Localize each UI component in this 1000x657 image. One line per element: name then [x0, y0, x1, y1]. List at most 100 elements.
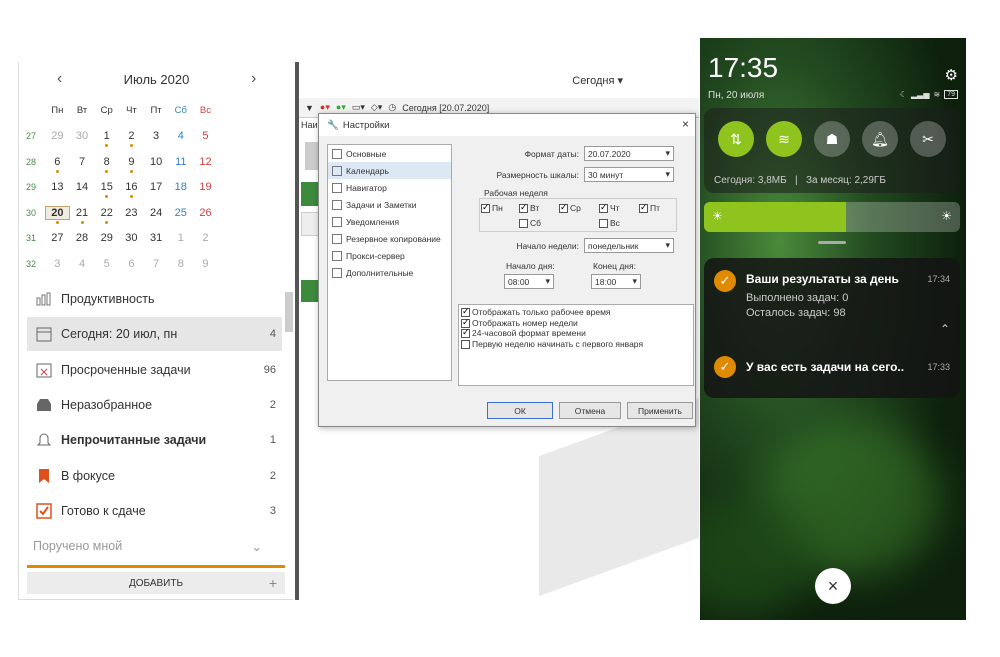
sidebar-item-ready[interactable]: Готово к сдаче 3: [27, 494, 282, 528]
nav-item-proxy[interactable]: Прокси-сервер: [328, 247, 451, 264]
week-start-select[interactable]: понедельник: [584, 238, 674, 253]
calendar-day[interactable]: 8: [94, 156, 119, 173]
assigned-by-me-section[interactable]: Поручено мной ⌄: [27, 529, 282, 563]
nav-item-basic[interactable]: Основные: [328, 145, 451, 162]
tag-icon[interactable]: ◇▾: [371, 102, 382, 113]
day-checkbox[interactable]: Вс: [599, 218, 620, 229]
option-work-hours[interactable]: Отображать только рабочее время: [461, 306, 691, 318]
calendar-day[interactable]: 1: [94, 130, 119, 148]
add-button[interactable]: ДОБАВИТЬ +: [27, 572, 285, 594]
wifi-toggle-icon[interactable]: ≋: [766, 121, 802, 157]
calendar-day[interactable]: 14: [70, 181, 95, 193]
calendar-day[interactable]: 28: [70, 232, 95, 244]
calendar-day[interactable]: 5: [193, 130, 218, 142]
calendar-day[interactable]: 2: [193, 232, 218, 244]
calendar-day[interactable]: 3: [45, 258, 70, 270]
calendar-day[interactable]: 21: [70, 207, 95, 224]
next-month-icon[interactable]: ›: [251, 70, 256, 88]
brightness-slider[interactable]: ☀ ☀: [704, 202, 960, 232]
calendar-day[interactable]: 29: [45, 130, 70, 142]
calendar-day[interactable]: 29: [94, 232, 119, 244]
drag-handle[interactable]: [818, 241, 846, 244]
option-24h[interactable]: 24-часовой формат времени: [461, 327, 691, 339]
gear-icon[interactable]: ⚙: [945, 66, 958, 84]
day-end-select[interactable]: 18:00: [591, 274, 641, 289]
calendar-day[interactable]: 23: [119, 207, 144, 219]
calendar-day[interactable]: 20: [45, 205, 70, 224]
chevron-down-icon[interactable]: ⌄: [252, 539, 262, 554]
calendar-day[interactable]: 13: [45, 181, 70, 193]
calendar-day[interactable]: 18: [168, 181, 193, 193]
nav-item-backup[interactable]: Резервное копирование: [328, 230, 451, 247]
calendar-day[interactable]: 9: [119, 156, 144, 173]
apply-button[interactable]: Применить: [627, 402, 693, 419]
cancel-button[interactable]: Отмена: [559, 402, 621, 419]
row-button[interactable]: [305, 142, 319, 170]
nav-item-navigator[interactable]: Навигатор: [328, 179, 451, 196]
day-checkbox[interactable]: Пт: [639, 202, 660, 214]
nav-item-calendar[interactable]: Календарь: [328, 162, 451, 179]
calendar-day[interactable]: 11: [168, 156, 193, 168]
day-checkbox[interactable]: Сб: [519, 218, 541, 229]
flashlight-icon[interactable]: ☗: [814, 121, 850, 157]
calendar-day[interactable]: 16: [119, 181, 144, 199]
calendar-day[interactable]: 7: [144, 258, 169, 270]
calendar-day[interactable]: 4: [70, 258, 95, 270]
nav-item-tasks[interactable]: Задачи и Заметки: [328, 196, 451, 213]
calendar-day[interactable]: 12: [193, 156, 218, 168]
calendar-day[interactable]: 3: [144, 130, 169, 142]
clear-notifications-button[interactable]: ×: [815, 568, 851, 604]
calendar-day[interactable]: 8: [168, 258, 193, 270]
day-checkbox[interactable]: Пн: [481, 202, 503, 214]
calendar-day[interactable]: 27: [45, 232, 70, 244]
date-format-select[interactable]: 20.07.2020: [584, 146, 674, 161]
sidebar-item-today[interactable]: Сегодня: 20 июл, пн 4: [27, 317, 282, 351]
scrollbar-thumb[interactable]: [285, 292, 293, 332]
chevron-up-icon[interactable]: ⌃: [940, 322, 950, 336]
day-checkbox[interactable]: Чт: [599, 202, 620, 214]
close-icon[interactable]: ×: [682, 117, 689, 131]
calendar-day[interactable]: 6: [45, 156, 70, 173]
nav-item-advanced[interactable]: Дополнительные: [328, 264, 451, 281]
calendar-day[interactable]: 22: [94, 207, 119, 224]
calendar-day[interactable]: 5: [94, 258, 119, 270]
calendar-day[interactable]: 31: [144, 232, 169, 244]
sidebar-item-overdue[interactable]: Просроченные задачи 96: [27, 353, 282, 387]
day-start-select[interactable]: 08:00: [504, 274, 554, 289]
calendar-day[interactable]: 7: [70, 156, 95, 168]
day-checkbox[interactable]: Вт: [519, 202, 539, 214]
calendar-day[interactable]: 26: [193, 207, 218, 219]
sidebar-item-focus[interactable]: В фокусе 2: [27, 459, 282, 493]
calendar-day[interactable]: 15: [94, 181, 119, 199]
folder-icon[interactable]: ▭▾: [352, 102, 365, 113]
calendar-day[interactable]: 25: [168, 207, 193, 219]
productivity-item[interactable]: Продуктивность: [27, 282, 282, 316]
sidebar-item-unread[interactable]: Непрочитанные задачи 1: [27, 423, 282, 457]
calendar-day[interactable]: 6: [119, 258, 144, 270]
option-first-week[interactable]: Первую неделю начинать с первого января: [461, 339, 691, 350]
user2-icon[interactable]: ●▾: [336, 102, 346, 113]
calendar-day[interactable]: 30: [70, 130, 95, 142]
calendar-day[interactable]: 4: [168, 130, 193, 142]
calendar-day[interactable]: 24: [144, 207, 169, 219]
bell-icon[interactable]: 🔔︎: [862, 121, 898, 157]
calendar-day[interactable]: 19: [193, 181, 218, 193]
calendar-day[interactable]: 1: [168, 232, 193, 244]
calendar-day[interactable]: 10: [144, 156, 169, 168]
calendar-day[interactable]: 17: [144, 181, 169, 193]
screenshot-icon[interactable]: ✂: [910, 121, 946, 157]
user-icon[interactable]: ●▾: [320, 102, 330, 113]
option-week-number[interactable]: Отображать номер недели: [461, 317, 691, 329]
clock-icon[interactable]: ◷: [388, 102, 396, 113]
calendar-day[interactable]: 30: [119, 232, 144, 244]
calendar-day[interactable]: 9: [193, 258, 218, 270]
calendar-day[interactable]: 2: [119, 130, 144, 148]
filter-icon[interactable]: ▼: [305, 103, 314, 113]
sidebar-item-inbox[interactable]: Неразобранное 2: [27, 388, 282, 422]
ok-button[interactable]: ОК: [487, 402, 553, 419]
scale-select[interactable]: 30 минут: [584, 167, 674, 182]
day-checkbox[interactable]: Ср: [559, 202, 581, 214]
data-toggle-icon[interactable]: ⇅: [718, 121, 754, 157]
nav-item-notifications[interactable]: Уведомления: [328, 213, 451, 230]
today-dropdown[interactable]: Сегодня ▾: [572, 74, 623, 87]
